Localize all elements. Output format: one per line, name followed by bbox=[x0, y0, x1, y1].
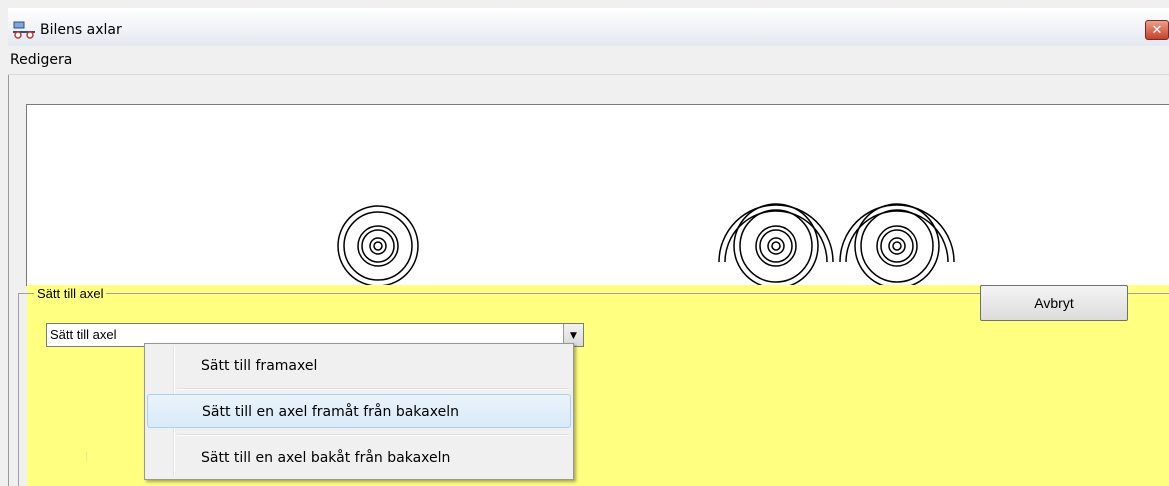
menu-item-label: Sätt till en axel framåt från bakaxeln bbox=[202, 404, 459, 420]
title-bar: Bilens axlar ✕ bbox=[8, 8, 1169, 47]
menu-item-label: Sätt till en axel bakåt från bakaxeln bbox=[201, 450, 451, 466]
front-wheel-icon bbox=[337, 205, 419, 287]
menu-item-axle-backward[interactable]: Sätt till en axel bakåt från bakaxeln bbox=[147, 441, 571, 475]
cancel-button[interactable]: Avbryt bbox=[980, 285, 1128, 321]
menu-item-axle-forward[interactable]: Sätt till en axel framåt från bakaxeln bbox=[147, 394, 571, 428]
axle-canvas[interactable] bbox=[26, 104, 1169, 289]
truck-axles-icon bbox=[13, 21, 35, 39]
axle-select-value: Sätt till axel bbox=[50, 327, 117, 342]
rear-wheel-2-icon bbox=[839, 203, 955, 289]
window-title: Bilens axlar bbox=[40, 22, 122, 38]
group-label: Sätt till axel bbox=[34, 286, 107, 301]
menu-bar: Redigera bbox=[8, 46, 1169, 75]
text-cursor bbox=[86, 452, 87, 462]
menu-item-front-axle[interactable]: Sätt till framaxel bbox=[147, 349, 571, 383]
axle-dropdown-menu: Sätt till framaxel Sätt till en axel fra… bbox=[144, 343, 574, 480]
menu-separator bbox=[177, 388, 569, 390]
menu-item-redigera[interactable]: Redigera bbox=[10, 52, 72, 68]
menu-item-label: Sätt till framaxel bbox=[201, 358, 318, 374]
rear-wheel-1-icon bbox=[718, 203, 834, 289]
menu-separator bbox=[177, 434, 569, 436]
vehicle-wheels-drawing bbox=[337, 203, 955, 289]
close-button[interactable]: ✕ bbox=[1145, 20, 1169, 40]
group-border-left bbox=[18, 293, 19, 486]
